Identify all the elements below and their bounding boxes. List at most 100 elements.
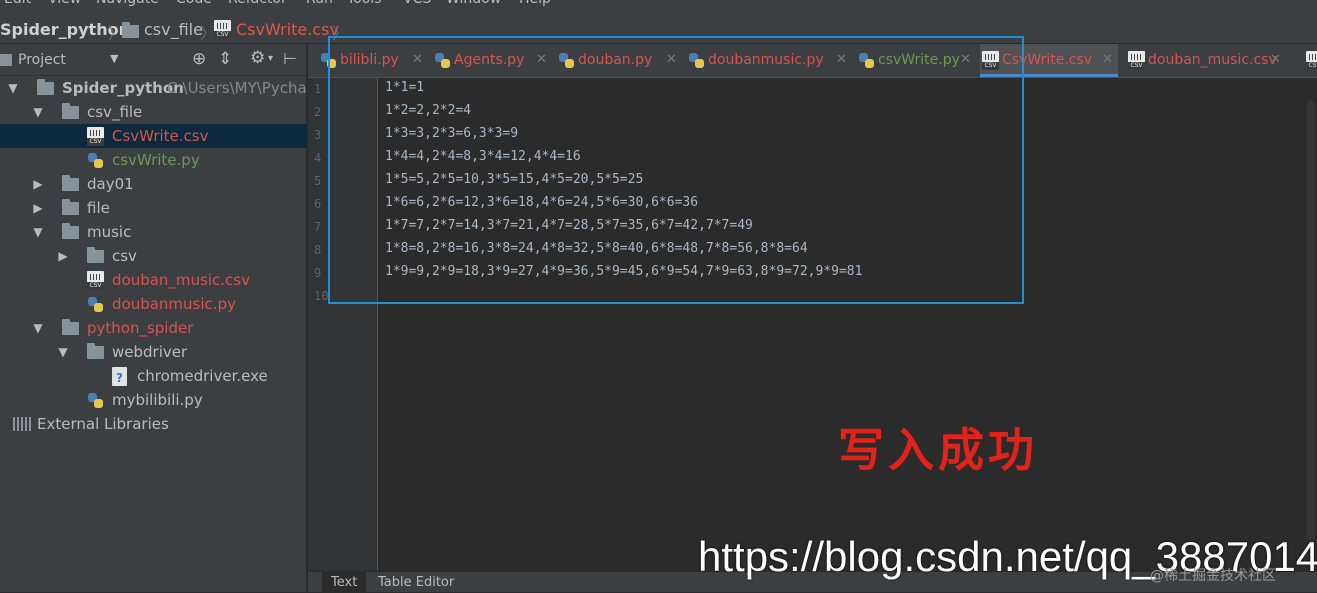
collapsed-arrow-icon[interactable]: ▶ xyxy=(31,201,45,215)
folder-icon xyxy=(62,175,79,191)
tree-item[interactable]: ▼ Spider_python C:\Users\MY\Pycharm xyxy=(0,76,327,100)
locate-file-icon[interactable]: ⊕ xyxy=(192,49,206,69)
folder-icon xyxy=(62,103,79,119)
libraries-icon xyxy=(13,417,33,431)
line-number: 6 xyxy=(314,197,322,211)
tree-item-label: csv xyxy=(112,247,137,265)
tree-item[interactable]: ▶ csv xyxy=(0,244,307,268)
tree-item-label: doubanmusic.py xyxy=(112,295,236,313)
chevron-down-icon[interactable]: ▼ xyxy=(110,52,118,65)
expanded-arrow-icon[interactable]: ▼ xyxy=(6,81,20,95)
menu-item-window[interactable]: Window xyxy=(446,0,501,7)
expanded-arrow-icon[interactable]: ▼ xyxy=(31,105,45,119)
tree-item[interactable]: ▼ csv_file xyxy=(0,100,307,124)
tree-item-label: csvWrite.py xyxy=(112,151,200,169)
csv-file-icon xyxy=(1128,51,1145,70)
line-number: 1 xyxy=(314,82,322,96)
folder-icon xyxy=(62,199,79,215)
menu-item-help[interactable]: Help xyxy=(519,0,551,7)
project-view-icon xyxy=(0,54,12,66)
breadcrumb-folder[interactable]: csv_file xyxy=(144,20,203,39)
csv-file-icon xyxy=(1306,51,1317,70)
folder-icon xyxy=(37,79,54,95)
menu-item-edit[interactable]: Edit xyxy=(4,0,31,7)
tree-item[interactable]: ▶ day01 xyxy=(0,172,307,196)
tree-item-label: webdriver xyxy=(112,343,188,361)
tab-text[interactable]: Text xyxy=(322,572,367,593)
folder-icon xyxy=(62,319,79,335)
site-watermark: @稀土掘金技术社区 xyxy=(1150,568,1276,584)
csv-file-icon xyxy=(214,20,231,39)
folder-icon xyxy=(62,223,79,239)
menu-item-navigate[interactable]: Navigate xyxy=(96,0,159,7)
tree-item[interactable]: doubanmusic.py xyxy=(0,292,307,316)
collapsed-arrow-icon[interactable]: ▶ xyxy=(31,177,45,191)
line-number: 4 xyxy=(314,151,322,165)
line-number: 9 xyxy=(314,266,322,280)
python-logo-yellow xyxy=(94,303,103,312)
tree-item[interactable]: CsvWrite.csv xyxy=(0,124,307,148)
line-number: 2 xyxy=(314,105,322,119)
project-view-label[interactable]: Project xyxy=(18,52,66,68)
menu-item-tools[interactable]: Tools xyxy=(347,0,382,7)
python-file-icon xyxy=(87,152,104,169)
folder-icon xyxy=(122,22,139,38)
menu-item-refactor[interactable]: Refactor xyxy=(228,0,287,7)
tree-item-label: Spider_python xyxy=(62,79,184,97)
vertical-scrollbar[interactable] xyxy=(1307,100,1315,540)
tree-item-label: music xyxy=(87,223,132,241)
breadcrumb-file[interactable]: CsvWrite.csv xyxy=(236,20,339,39)
tree-item-label: file xyxy=(87,199,110,217)
python-file-icon xyxy=(87,296,104,313)
gear-icon[interactable]: ⚙ xyxy=(250,48,265,68)
gear-dropdown-icon[interactable]: ▾ xyxy=(268,53,273,64)
collapse-all-icon[interactable]: ⇕ xyxy=(218,49,232,69)
tree-item[interactable]: ▶ file xyxy=(0,196,307,220)
tree-item[interactable]: ▼ python_spider xyxy=(0,316,307,340)
tree-item-label: python_spider xyxy=(87,319,194,337)
csv-file-icon xyxy=(87,271,104,290)
python-logo-yellow xyxy=(94,159,103,168)
menu-item-code[interactable]: Code xyxy=(176,0,212,7)
tree-item[interactable]: chromedriver.exe xyxy=(0,364,307,388)
python-logo-yellow xyxy=(94,399,103,408)
editor-tab[interactable]: douban_music.csv✕ xyxy=(1126,44,1286,77)
collapsed-arrow-icon[interactable]: ▶ xyxy=(56,249,70,263)
tree-item[interactable]: douban_music.csv xyxy=(0,268,307,292)
editor-tab-label: douban_music.csv xyxy=(1148,52,1277,68)
menu-item-vcs[interactable]: VCS xyxy=(403,0,431,7)
tree-item[interactable]: ▼ webdriver xyxy=(0,340,307,364)
tree-item-label: csv_file xyxy=(87,103,143,121)
project-panel-header: Project ▼ ⊕ ⇕ ⚙ ▾ ⊢ xyxy=(0,44,307,76)
unknown-file-icon xyxy=(112,367,127,386)
line-number: 5 xyxy=(314,174,322,188)
python-file-icon xyxy=(87,392,104,409)
tree-item-label: douban_music.csv xyxy=(112,271,250,289)
tree-item-label: day01 xyxy=(87,175,134,193)
tree-item[interactable]: csvWrite.py xyxy=(0,148,307,172)
folder-icon xyxy=(87,343,104,359)
tree-item-path: C:\Users\MY\Pycharm xyxy=(167,79,328,97)
expanded-arrow-icon[interactable]: ▼ xyxy=(56,345,70,359)
tree-item-label: mybilibili.py xyxy=(112,391,203,409)
tree-item[interactable]: External Libraries xyxy=(0,412,307,436)
tab-table-editor[interactable]: Table Editor xyxy=(369,572,463,593)
menu-item-run[interactable]: Run xyxy=(306,0,333,7)
folder-icon xyxy=(87,247,104,263)
tree-item-label: External Libraries xyxy=(37,415,169,433)
success-annotation: 写入成功 xyxy=(838,423,1038,477)
close-icon[interactable]: ✕ xyxy=(1102,52,1113,67)
tree-item-label: chromedriver.exe xyxy=(137,367,268,385)
tree-item[interactable]: ▼ music xyxy=(0,220,307,244)
hide-panel-icon[interactable]: ⊢ xyxy=(283,49,297,68)
menu-item-view[interactable]: View xyxy=(48,0,81,7)
line-number: 8 xyxy=(314,243,322,257)
menu-bar: Edit View Navigate Code Refactor Run Tools VCS W… xyxy=(0,0,1317,8)
expanded-arrow-icon[interactable]: ▼ xyxy=(31,321,45,335)
line-number: 3 xyxy=(314,128,322,142)
project-panel: Project ▼ ⊕ ⇕ ⚙ ▾ ⊢ ▼ Spider_python C:\Use… xyxy=(0,44,327,592)
expanded-arrow-icon[interactable]: ▼ xyxy=(31,225,45,239)
close-icon[interactable]: ✕ xyxy=(1270,52,1281,67)
line-number: 7 xyxy=(314,220,322,234)
tree-item[interactable]: mybilibili.py xyxy=(0,388,307,412)
